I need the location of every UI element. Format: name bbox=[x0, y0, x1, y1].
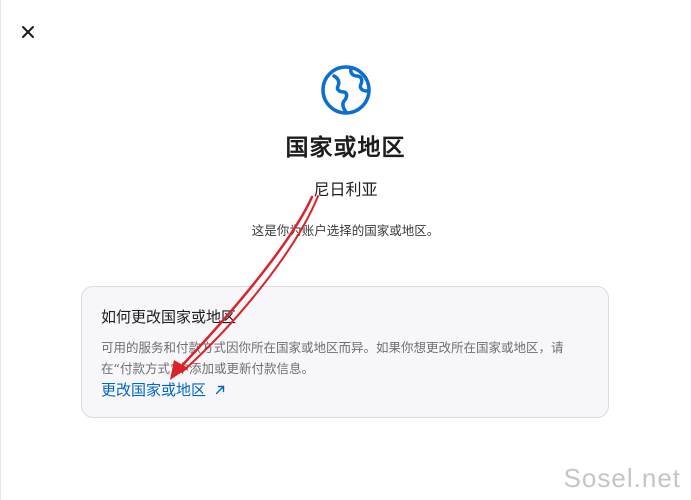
close-icon bbox=[22, 26, 34, 38]
info-card-body: 可用的服务和付款方式因你所在国家或地区而异。如果你想更改所在国家或地区，请在“付… bbox=[101, 340, 564, 376]
change-country-link-label: 更改国家或地区 bbox=[101, 381, 207, 399]
country-region-dialog: 国家或地区 尼日利亚 这是你为账户选择的国家或地区。 如何更改国家或地区 可用的… bbox=[0, 0, 691, 500]
dialog-title: 国家或地区 bbox=[285, 135, 406, 161]
globe-icon bbox=[321, 65, 371, 115]
window-edge bbox=[0, 0, 1, 500]
external-link-icon bbox=[215, 385, 225, 394]
watermark: Sosel.net bbox=[563, 463, 681, 493]
change-country-link[interactable]: 更改国家或地区 bbox=[101, 379, 226, 400]
info-card: 如何更改国家或地区 可用的服务和付款方式因你所在国家或地区而异。如果你想更改所在… bbox=[81, 286, 609, 418]
selected-country: 尼日利亚 bbox=[313, 180, 378, 199]
close-button[interactable] bbox=[16, 20, 40, 44]
dialog-description: 这是你为账户选择的国家或地区。 bbox=[251, 223, 440, 238]
info-card-title: 如何更改国家或地区 bbox=[101, 308, 237, 326]
